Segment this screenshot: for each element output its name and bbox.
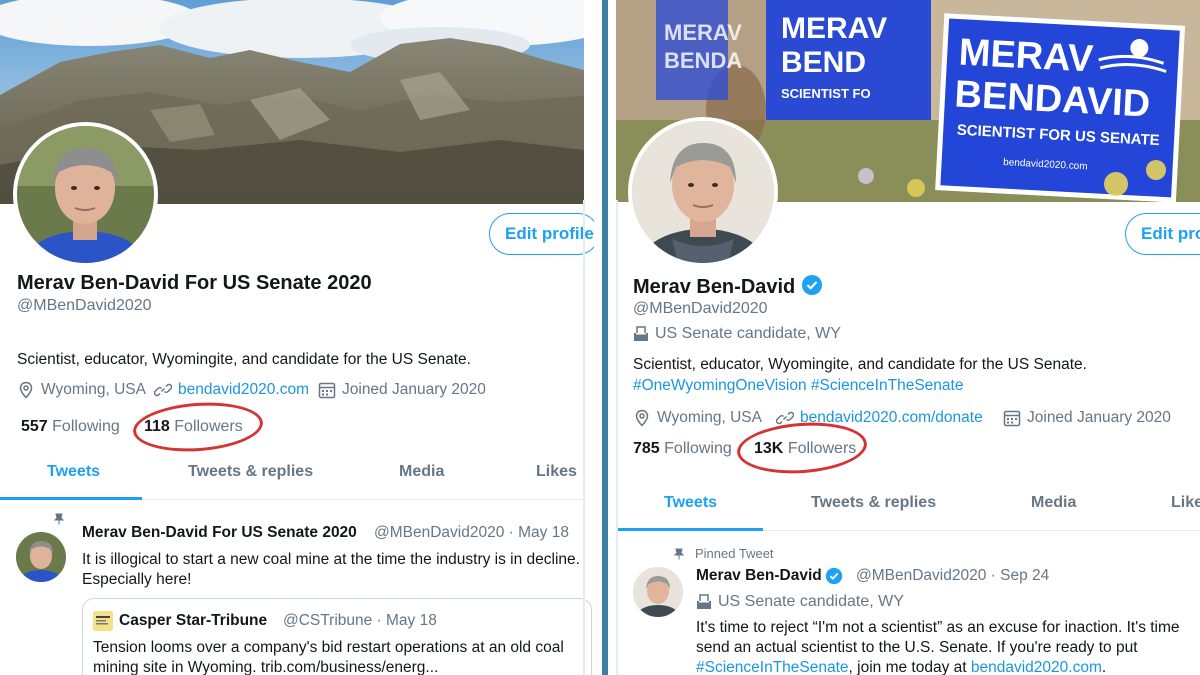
main-campaign-sign: MERAV BENDAVID SCIENTIST FOR US SENATE b… — [935, 13, 1186, 202]
profile-bio: Scientist, educator, Wyomingite, and can… — [633, 356, 1087, 373]
person-portrait-image — [633, 567, 683, 617]
tab-tweets[interactable]: Tweets — [47, 463, 100, 481]
profile-display-name: Merav Ben-David — [633, 276, 796, 298]
label-text: US Senate candidate, WY — [655, 325, 841, 342]
newspaper-logo-icon — [93, 611, 113, 631]
profile-hashtags[interactable]: #OneWyomingOneVision #ScienceInTheSenate — [633, 377, 963, 395]
tweet-author-name[interactable]: Merav Ben-David — [696, 567, 822, 585]
profile-avatar[interactable] — [13, 122, 158, 267]
profile-display-name-row: Merav Ben-David — [633, 274, 823, 299]
tweet-text-line2: send an actual scientist to the U.S. Sen… — [696, 639, 1138, 656]
profile-display-name: Merav Ben-David For US Senate 2020 — [17, 272, 372, 294]
tab-likes[interactable]: Like — [1171, 494, 1200, 512]
verified-badge-icon — [825, 567, 842, 585]
tab-media[interactable]: Media — [399, 463, 444, 481]
tweet-text-line3: #ScienceInTheSenate, join me today at be… — [696, 659, 1106, 675]
person-portrait-image — [632, 121, 774, 263]
quoted-text-line2: mining site in Wyoming. trib.com/busines… — [93, 659, 439, 675]
tab-tweets[interactable]: Tweets — [664, 494, 717, 512]
location-pin-icon — [635, 409, 649, 427]
edit-profile-button[interactable]: Edit pro — [1125, 213, 1200, 255]
svg-text:SCIENTIST FO: SCIENTIST FO — [781, 86, 871, 101]
profile-tabs: Tweets Tweets & replies Media Like — [616, 475, 1200, 531]
ballot-box-icon — [634, 326, 648, 341]
person-portrait-image — [17, 126, 154, 263]
person-portrait-image — [16, 532, 66, 582]
location-pin-icon — [19, 381, 33, 399]
profile-tabs: Tweets Tweets & replies Media Likes — [0, 444, 584, 500]
tweet-author-name[interactable]: Merav Ben-David For US Senate 2020 — [82, 524, 357, 542]
pinned-tweet-indicator: Pinned Tweet — [673, 546, 774, 561]
tweet-hashtag[interactable]: #ScienceInTheSenate — [696, 659, 849, 675]
calendar-icon — [1003, 410, 1021, 427]
pin-icon — [673, 548, 685, 559]
location-text: Wyoming, USA — [41, 381, 146, 398]
tweet-text-line1: It's time to reject “I'm not a scientist… — [696, 619, 1180, 636]
profile-website[interactable]: bendavid2020.com — [154, 381, 309, 399]
tweet-link[interactable]: bendavid2020.com — [971, 659, 1102, 675]
pin-icon — [53, 513, 65, 525]
profile-bio: Scientist, educator, Wyomingite, and can… — [17, 351, 471, 368]
profile-location: Wyoming, USA — [17, 381, 146, 399]
profile-avatar[interactable] — [628, 117, 778, 267]
tweet-label-text: US Senate candidate, WY — [718, 593, 904, 610]
tweet-handle-date: @MBenDavid2020 · May 18 — [374, 524, 569, 541]
profile-location: Wyoming, USA — [633, 409, 762, 427]
joined-text: Joined January 2020 — [342, 381, 486, 398]
following-number: 785 — [633, 440, 660, 457]
pinned-tweet-label: Pinned Tweet — [695, 546, 774, 561]
profile-joined: Joined January 2020 — [318, 381, 486, 399]
tweet-text-line2: Especially here! — [82, 571, 192, 588]
tab-tweets-replies[interactable]: Tweets & replies — [188, 463, 313, 481]
panel-border — [616, 200, 618, 675]
tab-media[interactable]: Media — [1031, 494, 1076, 512]
edit-profile-button[interactable]: Edit profile — [489, 213, 594, 255]
website-link[interactable]: bendavid2020.com — [178, 381, 309, 399]
tweet-handle-date: @MBenDavid2020 · Sep 24 — [856, 567, 1050, 584]
tweet-text-line1: It is illogical to start a new coal mine… — [82, 551, 580, 568]
tab-likes[interactable]: Likes — [536, 463, 577, 481]
quoted-tweet[interactable]: Casper Star-Tribune @CSTribune · May 18 … — [82, 598, 592, 675]
quoted-text-line1: Tension looms over a company's bid resta… — [93, 639, 564, 656]
quoted-author-name: Casper Star-Tribune — [119, 612, 268, 629]
tweet-author-avatar[interactable] — [633, 567, 683, 617]
following-count[interactable]: 785 Following — [633, 440, 732, 458]
tweet-text-mid: , join me today at — [848, 659, 971, 675]
following-label: Following — [664, 440, 732, 457]
profile-handle: @MBenDavid2020 — [17, 297, 152, 314]
svg-text:BEND: BEND — [781, 46, 866, 79]
verified-badge-icon — [801, 275, 822, 295]
panel-border — [583, 200, 585, 675]
svg-text:MERAV: MERAV — [781, 12, 887, 45]
panel-divider — [602, 0, 608, 675]
quoted-handle-date: @CSTribune · May 18 — [283, 612, 437, 629]
active-tab-indicator — [616, 528, 763, 531]
profile-handle: @MBenDavid2020 — [633, 300, 768, 317]
following-number: 557 — [21, 418, 48, 435]
tab-tweets-replies[interactable]: Tweets & replies — [811, 494, 936, 512]
tweet-text-end: . — [1101, 659, 1107, 675]
annotation-circle — [735, 418, 869, 478]
following-label: Following — [52, 418, 120, 435]
background-sign-2: MERAV BEND SCIENTIST FO — [766, 0, 931, 120]
right-profile-panel: MERAV BENDA MERAV BEND SCIENTIST FO MERA… — [616, 0, 1200, 675]
profile-label: US Senate candidate, WY — [633, 325, 841, 343]
tweet-author-row[interactable]: Merav Ben-David — [696, 567, 843, 585]
quoted-source-avatar — [93, 611, 113, 631]
profile-joined: Joined January 2020 — [1003, 409, 1171, 427]
svg-text:BENDA: BENDA — [664, 48, 742, 73]
tweet-author-avatar[interactable] — [16, 532, 66, 582]
link-icon — [154, 383, 172, 397]
svg-text:MERAV: MERAV — [664, 20, 742, 45]
active-tab-indicator — [0, 497, 142, 500]
calendar-icon — [318, 382, 336, 399]
svg-text:MERAV: MERAV — [958, 32, 1095, 81]
left-profile-panel: Edit profile Merav Ben-David For US Sena… — [0, 0, 594, 675]
joined-text: Joined January 2020 — [1027, 409, 1171, 426]
ballot-box-icon — [697, 594, 711, 609]
following-count[interactable]: 557 Following — [21, 418, 120, 436]
location-text: Wyoming, USA — [657, 409, 762, 426]
tweet-author-label: US Senate candidate, WY — [696, 593, 904, 611]
